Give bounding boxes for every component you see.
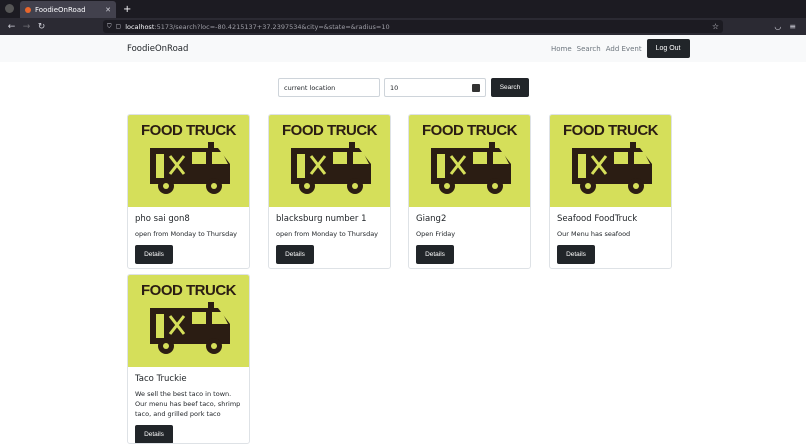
truck-card: FOOD TRUCK pho sai gon8 open from Monday… bbox=[127, 114, 250, 269]
food-truck-icon bbox=[430, 142, 511, 194]
search-button[interactable]: Search bbox=[491, 78, 529, 97]
details-button[interactable]: Details bbox=[557, 245, 595, 264]
card-text: We sell the best taco in town. Our menu … bbox=[135, 390, 241, 418]
nav-link-search[interactable]: Search bbox=[577, 45, 601, 53]
food-truck-image: FOOD TRUCK bbox=[128, 115, 249, 207]
url-host: localhost bbox=[125, 22, 155, 31]
card-text: Our Menu has seafood bbox=[557, 230, 631, 238]
food-truck-image: FOOD TRUCK bbox=[269, 115, 390, 207]
menu-icon[interactable]: ≡ bbox=[789, 22, 796, 31]
card-text: Open Friday bbox=[416, 230, 456, 238]
number-stepper-icon[interactable] bbox=[472, 84, 480, 92]
food-truck-image-text: FOOD TRUCK bbox=[141, 282, 237, 299]
browser-tab[interactable]: FoodieOnRoad ✕ bbox=[20, 1, 116, 18]
card-title: Taco Truckie bbox=[135, 374, 187, 384]
shield-icon[interactable]: ⛉ bbox=[107, 23, 112, 31]
firefox-icon bbox=[5, 4, 14, 13]
details-button[interactable]: Details bbox=[135, 245, 173, 264]
details-button[interactable]: Details bbox=[135, 425, 173, 443]
pocket-icon[interactable]: ◡ bbox=[774, 22, 781, 31]
food-truck-image: FOOD TRUCK bbox=[550, 115, 671, 207]
url-bar[interactable]: ⛉ ▢ localhost :5173/search?loc=-80.42151… bbox=[103, 20, 723, 33]
brand-logo[interactable]: FoodieOnRoad bbox=[127, 44, 188, 54]
logout-button[interactable]: Log Out bbox=[646, 39, 690, 58]
food-truck-image-text: FOOD TRUCK bbox=[141, 122, 237, 139]
nav-link-add-event[interactable]: Add Event bbox=[606, 45, 642, 53]
details-button[interactable]: Details bbox=[276, 245, 314, 264]
card-text: open from Monday to Thursday bbox=[135, 230, 238, 238]
food-truck-image-text: FOOD TRUCK bbox=[563, 122, 659, 139]
browser-toolbar: ← → ↻ ⛉ ▢ localhost :5173/search?loc=-80… bbox=[0, 18, 806, 35]
forward-icon[interactable]: → bbox=[19, 22, 34, 32]
card-text: open from Monday to Thursday bbox=[276, 230, 379, 238]
page-info-icon[interactable]: ▢ bbox=[116, 23, 122, 30]
app-navbar: FoodieOnRoad Home Search Add Event Log O… bbox=[0, 35, 806, 62]
truck-card: FOOD TRUCK Seafood FoodTruck Our Menu ha… bbox=[549, 114, 672, 269]
card-title: blacksburg number 1 bbox=[276, 214, 367, 224]
card-title: pho sai gon8 bbox=[135, 214, 190, 224]
nav-link-home[interactable]: Home bbox=[551, 45, 572, 53]
food-truck-image: FOOD TRUCK bbox=[128, 275, 249, 367]
food-truck-icon bbox=[290, 142, 371, 194]
tab-title: FoodieOnRoad bbox=[35, 5, 86, 14]
truck-card: FOOD TRUCK Taco Truckie We sell the best… bbox=[127, 274, 250, 444]
truck-card: FOOD TRUCK blacksburg number 1 open from… bbox=[268, 114, 391, 269]
reload-icon[interactable]: ↻ bbox=[34, 22, 49, 32]
food-truck-image: FOOD TRUCK bbox=[409, 115, 530, 207]
card-title: Seafood FoodTruck bbox=[557, 214, 638, 224]
card-title: Giang2 bbox=[416, 214, 447, 224]
food-truck-icon bbox=[149, 302, 230, 354]
url-path: :5173/search?loc=-80.4215137+37.2397534&… bbox=[154, 22, 390, 31]
radius-value: 10 bbox=[390, 83, 399, 92]
truck-card: FOOD TRUCK Giang2 Open Friday Details bbox=[408, 114, 531, 269]
browser-tab-strip: FoodieOnRoad ✕ + bbox=[0, 0, 806, 18]
food-truck-image-text: FOOD TRUCK bbox=[422, 122, 518, 139]
search-form: current location 10 Search bbox=[278, 78, 529, 97]
food-truck-icon bbox=[149, 142, 230, 194]
new-tab-icon[interactable]: + bbox=[123, 4, 131, 15]
food-truck-image-text: FOOD TRUCK bbox=[282, 122, 378, 139]
details-button[interactable]: Details bbox=[416, 245, 454, 264]
close-tab-icon[interactable]: ✕ bbox=[105, 6, 111, 14]
food-truck-icon bbox=[571, 142, 652, 194]
favicon-icon bbox=[25, 6, 31, 13]
radius-input[interactable]: 10 bbox=[384, 78, 486, 97]
location-input[interactable]: current location bbox=[278, 78, 380, 97]
back-icon[interactable]: ← bbox=[4, 22, 19, 32]
bookmark-star-icon[interactable]: ☆ bbox=[712, 22, 719, 31]
nav-links: Home Search Add Event Log Out bbox=[551, 39, 690, 58]
